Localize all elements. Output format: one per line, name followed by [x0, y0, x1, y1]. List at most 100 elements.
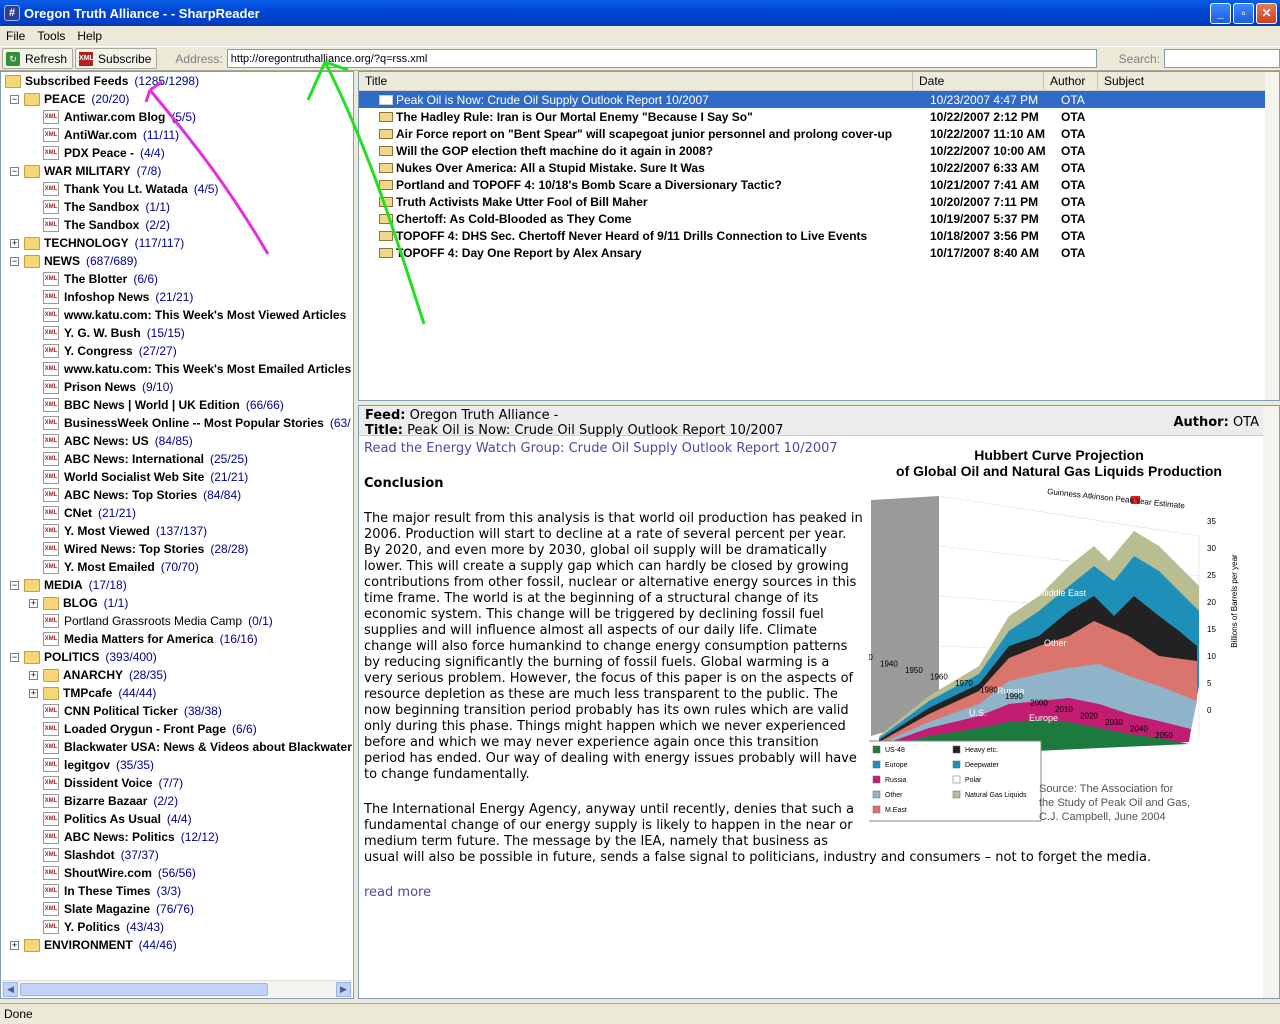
tree-item[interactable]: XML ShoutWire.com (56/56): [43, 864, 196, 882]
expand-icon[interactable]: +: [10, 940, 19, 950]
tree-item[interactable]: + ENVIRONMENT (44/46): [10, 936, 177, 954]
tree-item[interactable]: XML Media Matters for America (16/16): [43, 630, 258, 648]
title-bar[interactable]: # Oregon Truth Alliance - - SharpReader …: [0, 0, 1280, 26]
list-vertical-scrollbar[interactable]: [1265, 72, 1279, 400]
tree-item[interactable]: XML PDX Peace - (4/4): [43, 144, 165, 162]
menu-file[interactable]: File: [0, 29, 31, 43]
collapse-icon[interactable]: −: [10, 166, 19, 176]
tree-item[interactable]: XML The Blotter (6/6): [43, 270, 158, 288]
tree-item[interactable]: XML Slashdot (37/37): [43, 846, 159, 864]
tree-item[interactable]: XML CNet (21/21): [43, 504, 136, 522]
tree-item[interactable]: XML The Sandbox (1/1): [43, 198, 170, 216]
column-date[interactable]: Date: [913, 72, 1044, 90]
tree-item[interactable]: XML ABC News: US (84/85): [43, 432, 193, 450]
tree-item[interactable]: − NEWS (687/689): [10, 252, 137, 270]
list-item[interactable]: Will the GOP election theft machine do i…: [359, 142, 1279, 159]
tree-item[interactable]: XML Y. Politics (43/43): [43, 918, 164, 936]
xml-feed-icon: XML: [43, 146, 59, 160]
expand-icon[interactable]: +: [29, 670, 38, 680]
tree-item[interactable]: XML legitgov (35/35): [43, 756, 154, 774]
tree-item[interactable]: XML BusinessWeek Online -- Most Popular S…: [43, 414, 351, 432]
tree-item[interactable]: + ANARCHY (28/35): [29, 666, 167, 684]
column-author[interactable]: Author: [1044, 72, 1098, 90]
folder-icon: [24, 92, 40, 106]
list-item[interactable]: Truth Activists Make Utter Fool of Bill …: [359, 193, 1279, 210]
tree-item[interactable]: − MEDIA (17/18): [10, 576, 127, 594]
list-item[interactable]: TOPOFF 4: Day One Report by Alex Ansary 1…: [359, 244, 1279, 261]
tree-item[interactable]: + BLOG (1/1): [29, 594, 128, 612]
collapse-icon[interactable]: −: [10, 580, 19, 590]
folder-icon: [43, 686, 59, 700]
collapse-icon[interactable]: −: [10, 652, 19, 662]
tree-item[interactable]: XML www.katu.com: This Week's Most Viewed…: [43, 306, 352, 324]
refresh-button[interactable]: ↻ Refresh: [2, 48, 74, 69]
tree-item[interactable]: XML www.katu.com: This Week's Most Emaile…: [43, 360, 353, 378]
feed-tree[interactable]: Subscribed Feeds (1285/1298) − PEACE (20/20)…: [0, 71, 354, 999]
tree-item[interactable]: + TECHNOLOGY (117/117): [10, 234, 184, 252]
tree-item[interactable]: XML BBC News | World | UK Edition (66/66): [43, 396, 284, 414]
tree-item[interactable]: XML ABC News: Top Stories (84/84): [43, 486, 241, 504]
list-item[interactable]: TOPOFF 4: DHS Sec. Chertoff Never Heard …: [359, 227, 1279, 244]
tree-item[interactable]: XML ABC News: International (25/25): [43, 450, 248, 468]
search-input[interactable]: [1164, 49, 1280, 68]
tree-item[interactable]: XML Portland Grassroots Media Camp (0/1): [43, 612, 273, 630]
subscribe-button[interactable]: XML Subscribe: [75, 48, 158, 69]
unread-count: (70/70): [160, 560, 199, 574]
list-item[interactable]: Peak Oil is Now: Crude Oil Supply Outloo…: [359, 91, 1279, 108]
list-item[interactable]: Chertoff: As Cold-Blooded as They Come 10…: [359, 210, 1279, 227]
menu-tools[interactable]: Tools: [31, 29, 71, 43]
minimize-button[interactable]: _: [1210, 2, 1231, 24]
tree-item[interactable]: XML The Sandbox (2/2): [43, 216, 170, 234]
tree-item[interactable]: XML Blackwater USA: News & Videos about B…: [43, 738, 353, 756]
collapse-icon[interactable]: −: [10, 256, 19, 266]
tree-item[interactable]: XML Dissident Voice (7/7): [43, 774, 183, 792]
tree-item[interactable]: XML Prison News (9/10): [43, 378, 173, 396]
tree-item[interactable]: XML In These Times (3/3): [43, 882, 181, 900]
column-title[interactable]: Title: [359, 72, 913, 90]
tree-item[interactable]: XML Infoshop News (21/21): [43, 288, 193, 306]
tree-item[interactable]: − WAR MILITARY (7/8): [10, 162, 161, 180]
address-input[interactable]: [226, 49, 1097, 68]
column-subject[interactable]: Subject: [1098, 72, 1268, 90]
close-button[interactable]: ✕: [1256, 2, 1277, 24]
tree-item[interactable]: + TMPcafe (44/44): [29, 684, 156, 702]
collapse-icon[interactable]: −: [10, 94, 19, 104]
tree-horizontal-scrollbar[interactable]: ◀ ▶: [2, 980, 352, 997]
tree-item[interactable]: XML Y. G. W. Bush (15/15): [43, 324, 185, 342]
expand-icon[interactable]: +: [29, 598, 38, 608]
maximize-button[interactable]: ▫: [1233, 2, 1254, 24]
tree-item[interactable]: − PEACE (20/20): [10, 90, 129, 108]
tree-item[interactable]: XML Slate Magazine (76/76): [43, 900, 194, 918]
tree-item[interactable]: XML Y. Most Emailed (70/70): [43, 558, 199, 576]
tree-item[interactable]: XML Y. Most Viewed (137/137): [43, 522, 207, 540]
xml-feed-icon: XML: [43, 632, 59, 646]
tree-item[interactable]: XML Y. Congress (27/27): [43, 342, 177, 360]
tree-item[interactable]: XML Politics As Usual (4/4): [43, 810, 192, 828]
item-list[interactable]: Title Date Author Subject Peak Oil is No…: [358, 71, 1280, 401]
list-item[interactable]: Air Force report on "Bent Spear" will sc…: [359, 125, 1279, 142]
preview-vertical-scrollbar[interactable]: [1263, 406, 1279, 998]
list-item[interactable]: Nukes Over America: All a Stupid Mistake…: [359, 159, 1279, 176]
scroll-thumb[interactable]: [20, 983, 268, 996]
tree-item[interactable]: XML AntiWar.com (11/11): [43, 126, 179, 144]
tree-item[interactable]: XML Bizarre Bazaar (2/2): [43, 792, 178, 810]
list-item[interactable]: The Hadley Rule: Iran is Our Mortal Enem…: [359, 108, 1279, 125]
list-item[interactable]: Portland and TOPOFF 4: 10/18's Bomb Scar…: [359, 176, 1279, 193]
menu-help[interactable]: Help: [71, 29, 108, 43]
tree-item[interactable]: XML Loaded Orygun - Front Page (6/6): [43, 720, 257, 738]
tree-item[interactable]: XML CNN Political Ticker (38/38): [43, 702, 222, 720]
read-more-link[interactable]: read more: [364, 885, 1259, 901]
tree-item[interactable]: XML World Socialist Web Site (21/21): [43, 468, 248, 486]
tree-item[interactable]: XML Antiwar.com Blog (5/5): [43, 108, 196, 126]
tree-item[interactable]: XML Thank You Lt. Watada (4/5): [43, 180, 218, 198]
tree-item[interactable]: XML ABC News: Politics (12/12): [43, 828, 219, 846]
expand-icon[interactable]: +: [29, 688, 38, 698]
scroll-right-icon[interactable]: ▶: [336, 982, 351, 997]
tree-item[interactable]: Subscribed Feeds (1285/1298): [5, 72, 199, 90]
item-author: OTA: [1061, 160, 1086, 175]
window-title: Oregon Truth Alliance - - SharpReader: [24, 5, 260, 21]
tree-item[interactable]: − POLITICS (393/400): [10, 648, 157, 666]
expand-icon[interactable]: +: [10, 238, 19, 248]
tree-item[interactable]: XML Wired News: Top Stories (28/28): [43, 540, 248, 558]
scroll-left-icon[interactable]: ◀: [3, 982, 18, 997]
